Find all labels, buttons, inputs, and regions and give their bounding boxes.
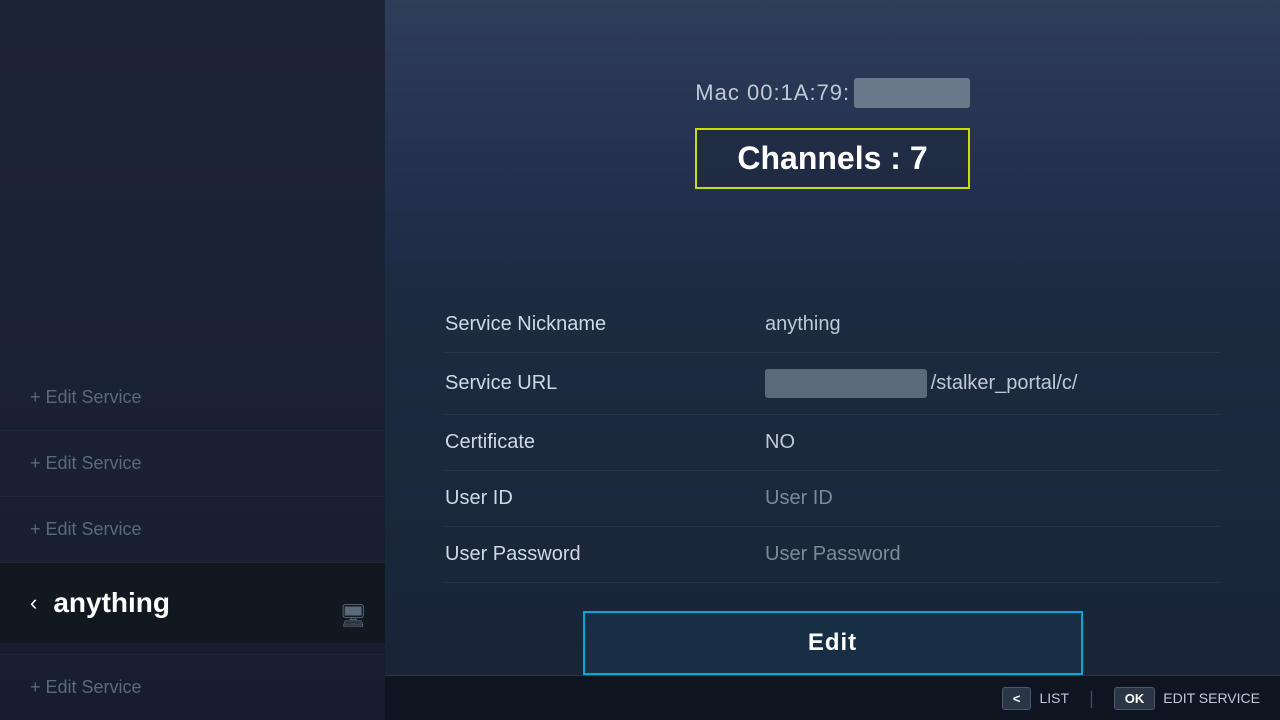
header-area: Mac 00:1A:79:██████ Channels : 7 <box>385 0 1280 267</box>
form-area: Service Nickname anything Service URL ██… <box>385 267 1280 675</box>
bottom-bar: < LIST | OK EDIT SERVICE <box>385 675 1280 720</box>
list-label: LIST <box>1039 690 1069 706</box>
ok-key: OK <box>1114 687 1156 710</box>
back-arrow-icon: ‹ <box>30 590 37 616</box>
separator: | <box>1089 688 1094 709</box>
sidebar-item-label-2: + Edit Service <box>30 519 142 540</box>
ok-action[interactable]: OK EDIT SERVICE <box>1114 687 1260 710</box>
channels-badge: Channels : 7 <box>695 128 969 189</box>
edit-button-label: Edit <box>808 629 857 656</box>
edit-button[interactable]: Edit <box>583 611 1083 675</box>
sidebar-item-2[interactable]: + Edit Service <box>0 497 385 563</box>
field-value-nickname: anything <box>765 313 841 336</box>
field-value-userid: User ID <box>765 487 833 510</box>
field-label-cert: Certificate <box>445 431 765 454</box>
edit-button-wrap: Edit <box>445 611 1220 675</box>
sidebar-item-1[interactable]: + Edit Service <box>0 431 385 497</box>
form-row-cert: Certificate NO <box>445 415 1220 471</box>
mac-redacted: ██████ <box>854 78 970 108</box>
field-value-password: User Password <box>765 543 901 566</box>
sidebar-items-top: + Edit Service + Edit Service + Edit Ser… <box>0 0 385 654</box>
right-panel: Mac 00:1A:79:██████ Channels : 7 Service… <box>385 0 1280 720</box>
list-action[interactable]: < LIST <box>1002 687 1069 710</box>
main-container: + Edit Service + Edit Service + Edit Ser… <box>0 0 1280 720</box>
field-label-url: Service URL <box>445 372 765 395</box>
mac-address: Mac 00:1A:79:██████ <box>695 78 969 108</box>
url-suffix: /stalker_portal/c/ <box>931 372 1078 394</box>
sidebar-item-active[interactable]: ‹ anything 🖥 <box>0 563 385 644</box>
field-value-url: ██████████/stalker_portal/c/ <box>765 369 1077 398</box>
url-redacted: ██████████ <box>765 369 927 398</box>
channels-label: Channels : 7 <box>737 140 927 176</box>
field-label-nickname: Service Nickname <box>445 313 765 336</box>
sidebar-item-0[interactable]: + Edit Service <box>0 365 385 431</box>
active-item-content: ‹ anything <box>30 587 355 619</box>
field-value-cert: NO <box>765 431 795 454</box>
form-row-userid: User ID User ID <box>445 471 1220 527</box>
sidebar: + Edit Service + Edit Service + Edit Ser… <box>0 0 385 720</box>
monitor-icon-wrap: 🖥 <box>339 603 367 629</box>
monitor-icon: 🖥 <box>339 603 367 628</box>
active-item-label: anything <box>53 587 170 619</box>
form-row-password: User Password User Password <box>445 527 1220 583</box>
mac-label: Mac 00:1A:79: <box>695 80 850 105</box>
form-row-nickname: Service Nickname anything <box>445 297 1220 353</box>
form-row-url: Service URL ██████████/stalker_portal/c/ <box>445 353 1220 415</box>
ok-label: EDIT SERVICE <box>1163 690 1260 706</box>
list-key: < <box>1002 687 1032 710</box>
sidebar-item-label-4: + Edit Service <box>30 677 142 697</box>
field-label-password: User Password <box>445 543 765 566</box>
sidebar-item-label-1: + Edit Service <box>30 453 142 474</box>
field-label-userid: User ID <box>445 487 765 510</box>
sidebar-item-4[interactable]: + Edit Service <box>0 654 385 720</box>
sidebar-item-label-0: + Edit Service <box>30 387 142 408</box>
